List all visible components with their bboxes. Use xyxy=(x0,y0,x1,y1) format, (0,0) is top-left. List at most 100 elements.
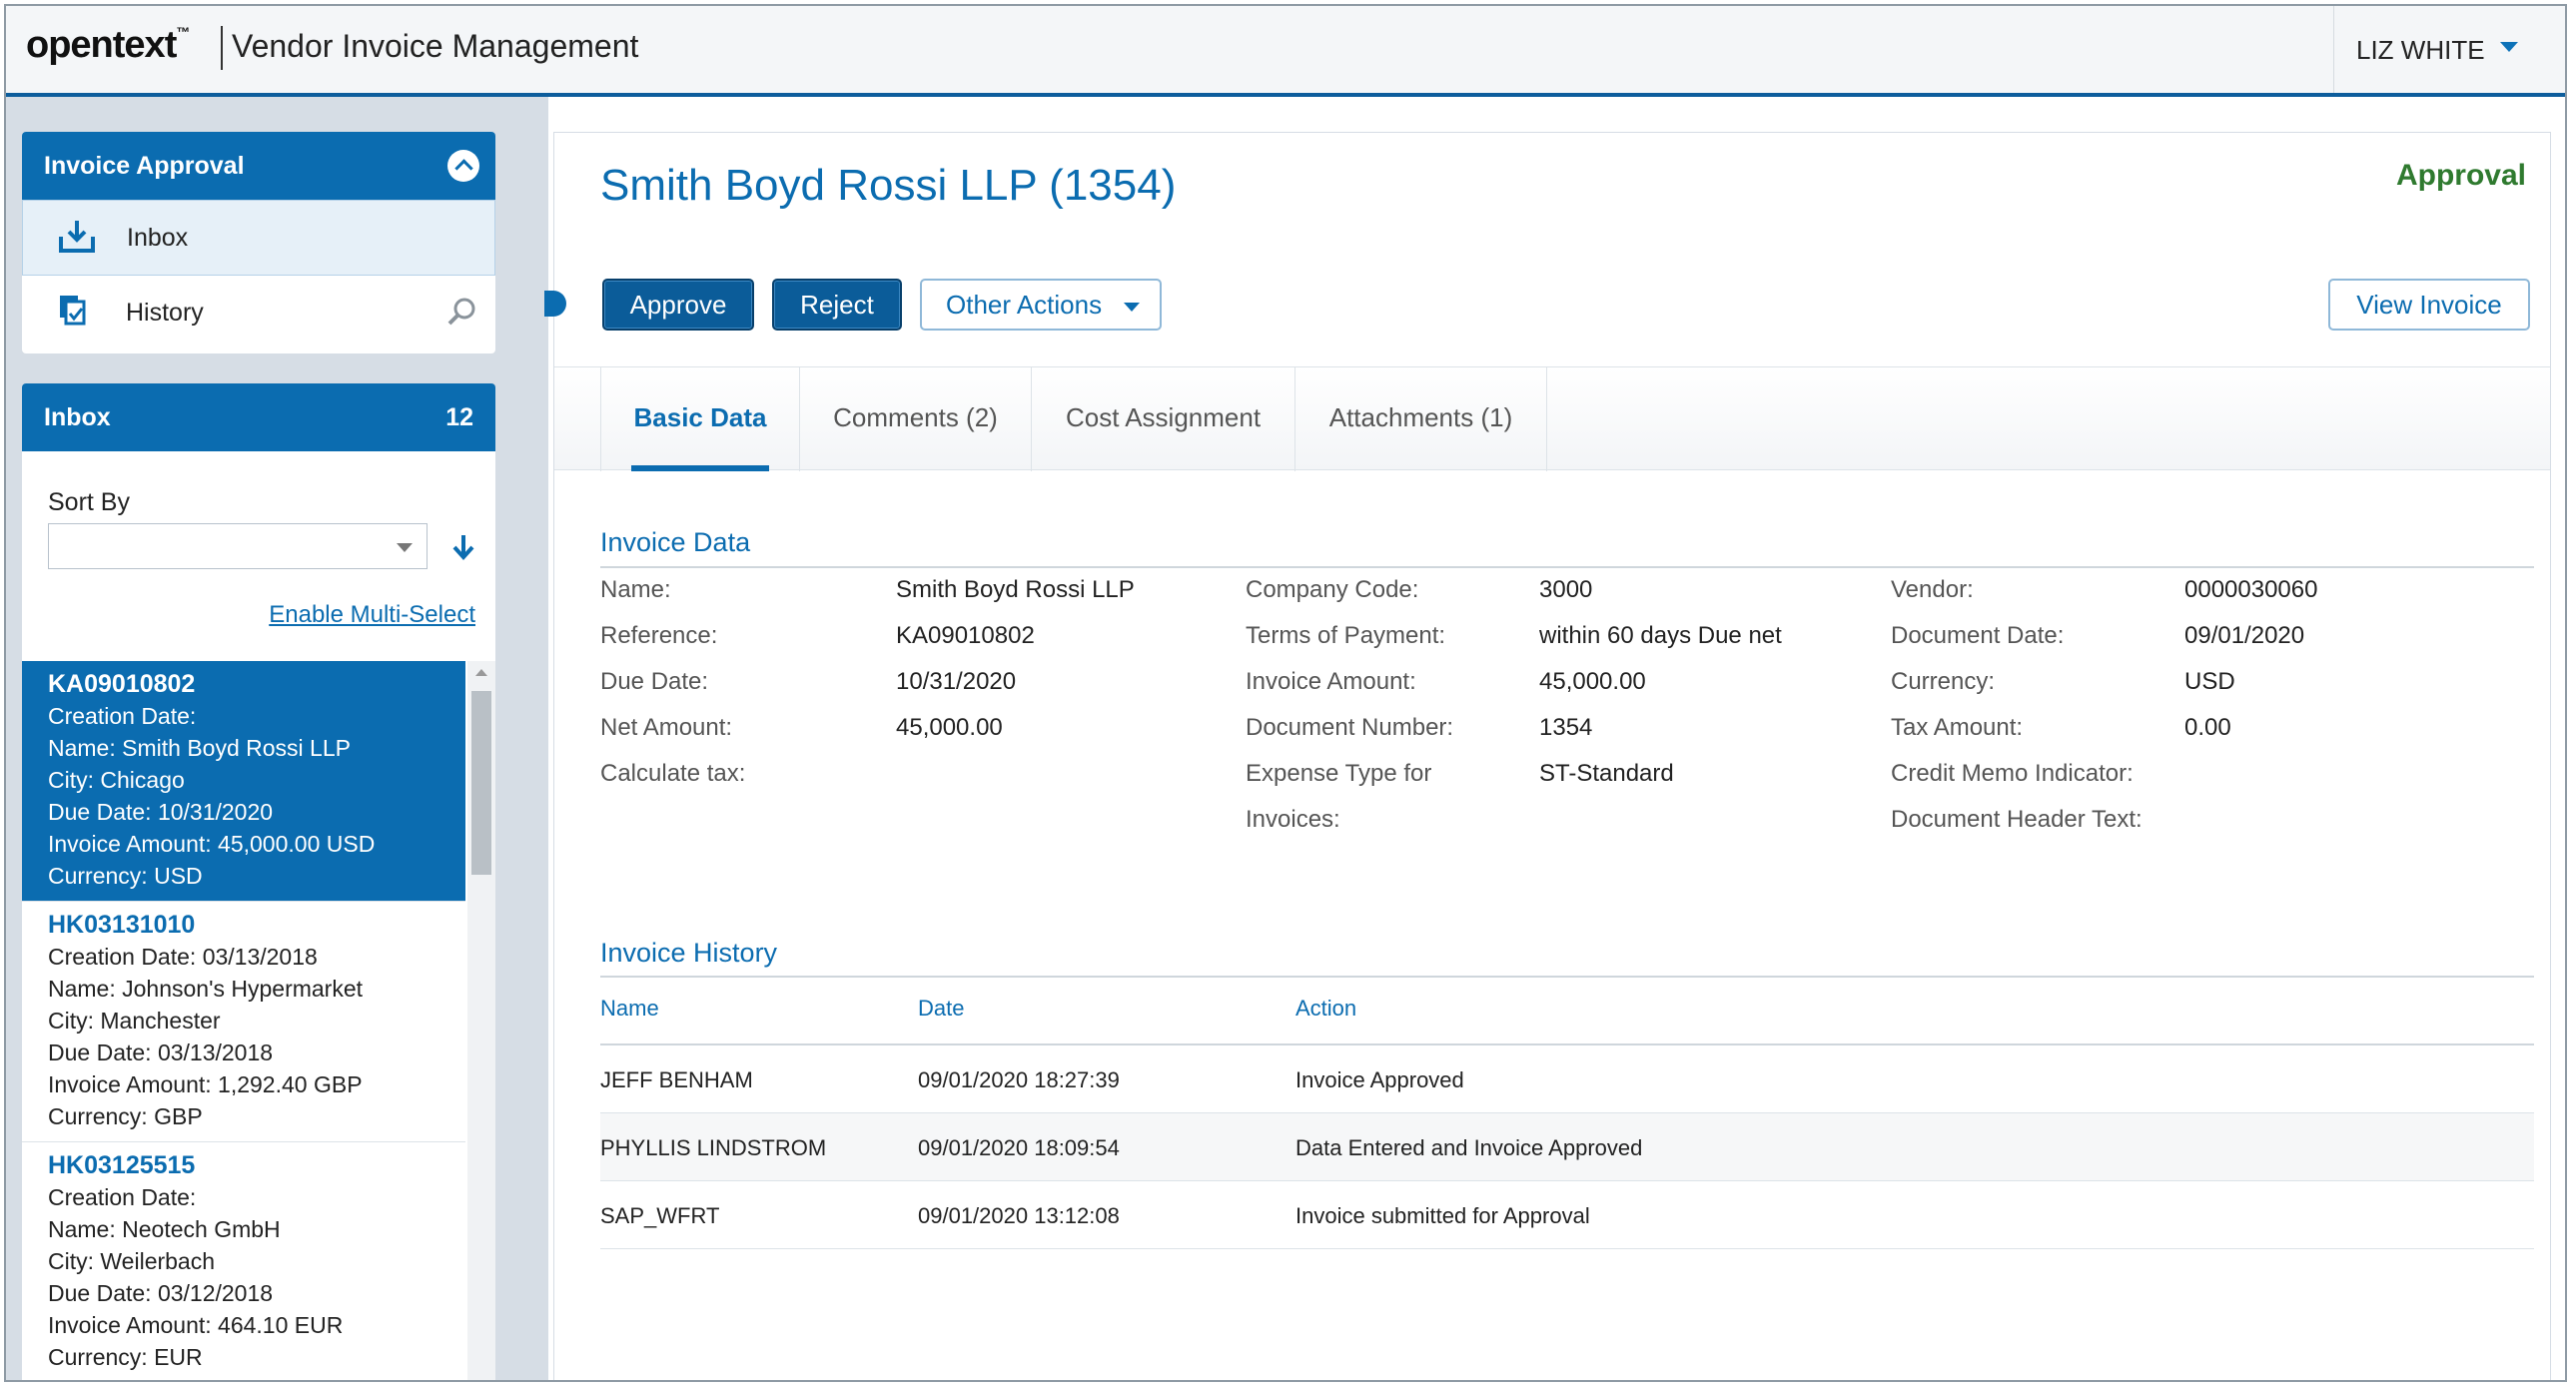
field-label: Expense Type for xyxy=(1246,760,1432,787)
invoice-id: HK03125515 xyxy=(48,1151,196,1179)
history-documents-icon xyxy=(60,296,86,326)
inbox-header: Inbox 12 xyxy=(22,383,495,451)
list-item-line: Name: Neotech GmbH xyxy=(48,1216,281,1242)
list-item-line: Due Date: 03/12/2018 xyxy=(48,1280,274,1306)
panel-title: Invoice Approval xyxy=(44,152,245,180)
list-item-line: Creation Date: 03/13/2018 xyxy=(48,944,318,970)
invoice-approval-panel: Invoice Approval Inbox History xyxy=(22,132,495,353)
enable-multi-select-link[interactable]: Enable Multi-Select xyxy=(269,601,475,629)
collapse-icon[interactable] xyxy=(447,150,479,182)
tab-cost-assignment[interactable]: Cost Assignment xyxy=(1032,367,1295,471)
list-item-line: Name: Johnson's Hypermarket xyxy=(48,976,364,1002)
sort-direction-icon[interactable] xyxy=(449,531,477,563)
list-item[interactable]: HK03131010 Creation Date: 03/13/2018 Nam… xyxy=(22,902,465,1142)
field-value: 45,000.00 xyxy=(896,714,1003,741)
history-date: 09/01/2020 18:09:54 xyxy=(918,1135,1120,1160)
view-invoice-button[interactable]: View Invoice xyxy=(2328,279,2530,331)
tab-attachments[interactable]: Attachments (1) xyxy=(1295,367,1547,471)
history-date: 09/01/2020 13:12:08 xyxy=(918,1203,1120,1228)
list-item-line: Currency: GBP xyxy=(48,1103,203,1129)
list-item-line: Due Date: 10/31/2020 xyxy=(48,799,274,825)
list-item-line: City: Chicago xyxy=(48,767,185,793)
dropdown-caret-icon xyxy=(397,543,413,552)
list-item-line: Due Date: 03/13/2018 xyxy=(48,1040,274,1065)
list-item-line: City: Manchester xyxy=(48,1008,221,1034)
field-label: Vendor: xyxy=(1891,576,1974,603)
list-item[interactable]: KA09010802 Creation Date: Name: Smith Bo… xyxy=(22,661,465,902)
field-value: within 60 days Due net xyxy=(1539,622,1782,649)
user-menu[interactable]: LIZ WHITE xyxy=(2333,6,2565,93)
history-action: Invoice Approved xyxy=(1295,1067,1464,1092)
field-value: 0000030060 xyxy=(2184,576,2318,603)
logo-divider xyxy=(221,26,223,70)
list-item[interactable]: HK03125515 Creation Date: Name: Neotech … xyxy=(22,1142,465,1380)
history-action: Invoice submitted for Approval xyxy=(1295,1203,1590,1228)
field-label: Due Date: xyxy=(600,668,709,695)
top-bar: opentext™ Vendor Invoice Management LIZ … xyxy=(6,6,2565,97)
invoice-id: HK03131010 xyxy=(48,911,196,939)
side-toggle-handle[interactable] xyxy=(544,291,566,317)
field-label: Company Code: xyxy=(1246,576,1419,603)
sort-by-select[interactable] xyxy=(48,523,428,569)
search-icon[interactable] xyxy=(445,296,477,328)
invoice-approval-header: Invoice Approval xyxy=(22,132,495,200)
field-value: 3000 xyxy=(1539,576,1593,603)
field-label: Net Amount: xyxy=(600,714,733,741)
field-label: Invoice Amount: xyxy=(1246,668,1416,695)
invoice-data-title: Invoice Data xyxy=(600,527,751,557)
field-label: Invoices: xyxy=(1246,806,1340,833)
column-header-name[interactable]: Name xyxy=(600,996,659,1022)
reject-button[interactable]: Reject xyxy=(772,279,902,331)
nav-item-inbox[interactable]: Inbox xyxy=(22,200,495,276)
column-header-action[interactable]: Action xyxy=(1295,996,1356,1022)
field-label: Reference: xyxy=(600,622,718,649)
app-title: Vendor Invoice Management xyxy=(232,28,639,64)
chevron-down-icon xyxy=(2500,42,2518,52)
approve-button[interactable]: Approve xyxy=(602,279,754,331)
field-label: Name: xyxy=(600,576,671,603)
field-value: Smith Boyd Rossi LLP xyxy=(896,576,1135,603)
nav-item-history[interactable]: History xyxy=(22,276,495,351)
invoice-detail-panel: Smith Boyd Rossi LLP (1354) Approval App… xyxy=(544,132,2551,1380)
history-date: 09/01/2020 18:27:39 xyxy=(918,1067,1120,1092)
column-header-date[interactable]: Date xyxy=(918,996,964,1022)
list-item-line: City: Weilerbach xyxy=(48,1248,216,1274)
history-name: JEFF BENHAM xyxy=(600,1067,753,1092)
inbox-download-icon xyxy=(59,221,95,253)
invoice-history-title: Invoice History xyxy=(600,938,778,968)
history-name: PHYLLIS LINDSTROM xyxy=(600,1135,827,1160)
invoice-id: KA09010802 xyxy=(48,670,196,698)
opentext-logo: opentext™ xyxy=(26,24,190,66)
nav-label-history: History xyxy=(126,299,204,327)
app-window: opentext™ Vendor Invoice Management LIZ … xyxy=(4,4,2567,1382)
inbox-count: 12 xyxy=(445,403,473,431)
list-item-line: Invoice Amount: 1,292.40 GBP xyxy=(48,1071,363,1097)
list-item-line: Creation Date: xyxy=(48,1184,197,1210)
scroll-up-icon[interactable] xyxy=(475,669,487,676)
field-label: Calculate tax: xyxy=(600,760,746,787)
inbox-list: KA09010802 Creation Date: Name: Smith Bo… xyxy=(22,661,465,1380)
field-value: USD xyxy=(2184,668,2235,695)
field-label: Document Header Text: xyxy=(1891,806,2143,833)
list-item-line: Creation Date: xyxy=(48,703,197,729)
scrollbar-thumb[interactable] xyxy=(471,691,491,875)
tab-comments[interactable]: Comments (2) xyxy=(800,367,1032,471)
field-label: Tax Amount: xyxy=(1891,714,2024,741)
field-value: ST-Standard xyxy=(1539,760,1674,787)
detail-tabs: Basic Data Comments (2) Cost Assignment … xyxy=(554,366,2550,471)
chevron-down-icon xyxy=(1124,303,1140,312)
inbox-panel: Inbox 12 Sort By Enable Multi-Select KA0… xyxy=(22,383,495,1380)
field-label: Document Date: xyxy=(1891,622,2065,649)
list-item-line: Invoice Amount: 45,000.00 USD xyxy=(48,831,376,857)
field-label: Document Number: xyxy=(1246,714,1454,741)
nav-label-inbox: Inbox xyxy=(127,224,189,252)
field-value: 10/31/2020 xyxy=(896,668,1017,695)
history-name: SAP_WFRT xyxy=(600,1203,720,1228)
table-row: JEFF BENHAM 09/01/2020 18:27:39 Invoice … xyxy=(600,1045,2534,1113)
other-actions-button[interactable]: Other Actions xyxy=(920,279,1162,331)
field-label: Terms of Payment: xyxy=(1246,622,1446,649)
field-label: Credit Memo Indicator: xyxy=(1891,760,2134,787)
tab-basic-data[interactable]: Basic Data xyxy=(600,367,800,471)
field-value: 1354 xyxy=(1539,714,1593,741)
inbox-scrollbar[interactable] xyxy=(467,661,495,1380)
